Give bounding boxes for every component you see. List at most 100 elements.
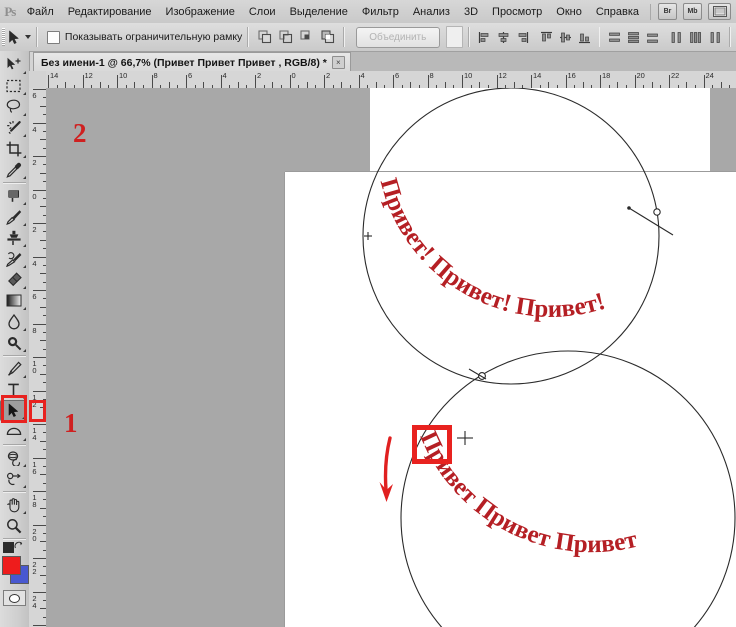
document-tab[interactable]: Без имени-1 @ 66,7% (Привет Привет Приве… <box>33 52 351 72</box>
ruler-major-tick <box>255 75 256 88</box>
crop-tool[interactable] <box>0 138 27 159</box>
eraser-tool[interactable] <box>0 269 27 290</box>
swap-colors-icon[interactable] <box>14 541 24 551</box>
ruler-label: 14 <box>30 426 39 440</box>
quick-mask-button[interactable] <box>3 590 26 606</box>
divider <box>3 491 26 492</box>
distribute-horizontal-centers-button[interactable] <box>687 29 704 46</box>
rectangular-marquee-tool[interactable] <box>0 75 27 96</box>
pen-tool[interactable] <box>0 358 27 379</box>
lasso-tool[interactable] <box>0 96 27 117</box>
menu-view[interactable]: Просмотр <box>485 3 549 21</box>
menu-image[interactable]: Изображение <box>159 3 242 21</box>
show-bounding-box-checkbox[interactable] <box>46 30 60 44</box>
intersect-shape-areas-button[interactable] <box>297 28 316 47</box>
distribute-bottom-edges-button[interactable] <box>644 29 661 46</box>
history-brush-tool[interactable] <box>0 248 27 269</box>
color-swatches <box>0 556 29 586</box>
path-selection-tool[interactable] <box>0 400 27 421</box>
ruler-label: 6 <box>395 71 400 80</box>
spot-healing-brush-tool[interactable] <box>0 185 27 206</box>
dodge-tool[interactable] <box>0 332 27 353</box>
menu-filter[interactable]: Фильтр <box>355 3 406 21</box>
options-bar-grip[interactable] <box>0 23 7 51</box>
align-right-edges-button[interactable] <box>514 29 531 46</box>
show-bounding-box-label: Показывать ограничительную рамку <box>64 31 243 43</box>
ruler-label: 24 <box>705 71 714 80</box>
subtract-from-shape-area-button[interactable] <box>276 28 295 47</box>
menu-file[interactable]: Файл <box>20 3 61 21</box>
ruler-major-tick <box>33 524 46 526</box>
vertical-ruler[interactable]: 64202468101214161820222426 <box>29 88 47 627</box>
brush-tool[interactable] <box>0 206 27 227</box>
menu-edit[interactable]: Редактирование <box>61 3 159 21</box>
ruler-major-tick <box>634 75 636 88</box>
menu-layers[interactable]: Слои <box>242 3 283 21</box>
align-vertical-centers-icon <box>559 32 571 42</box>
menu-window[interactable]: Окно <box>549 3 589 21</box>
3d-camera-rotate-icon <box>6 472 21 485</box>
magic-wand-tool[interactable] <box>0 117 27 138</box>
blur-tool[interactable] <box>0 311 27 332</box>
photoshop-window: Ps Файл Редактирование Изображение Слои … <box>0 0 736 627</box>
gradient-tool[interactable] <box>0 290 27 311</box>
horizontal-ruler[interactable]: 141210864202468101214161820222426 <box>46 71 736 89</box>
show-bounding-box-option[interactable]: Показывать ограничительную рамку <box>43 30 243 44</box>
3d-object-rotate-tool[interactable] <box>0 447 27 468</box>
current-tool-thumbnail[interactable] <box>7 26 23 48</box>
path-anchor-point[interactable] <box>653 208 661 216</box>
menu-help[interactable]: Справка <box>589 3 646 21</box>
mini-bridge-button[interactable]: Mb <box>683 3 702 20</box>
divider <box>3 182 26 183</box>
eyedropper-tool[interactable] <box>0 159 27 180</box>
distribute-vertical-centers-button[interactable] <box>625 29 642 46</box>
ruler-label: 2 <box>326 71 331 80</box>
menu-3d[interactable]: 3D <box>457 3 485 21</box>
default-colors-icon[interactable] <box>3 542 14 553</box>
curved-text-top[interactable]: Привет! Привет! Привет! <box>375 175 609 323</box>
ruler-major-tick <box>289 75 291 88</box>
align-bottom-edges-button[interactable] <box>576 29 593 46</box>
type-T-icon <box>8 383 19 396</box>
ruler-major-tick <box>48 75 49 88</box>
foreground-color-swatch[interactable] <box>2 556 21 575</box>
divider <box>3 444 26 445</box>
move-tool[interactable] <box>0 54 27 75</box>
distribute-left-edges-button[interactable] <box>668 29 685 46</box>
add-to-shape-area-button[interactable] <box>255 28 274 47</box>
align-top-edges-button[interactable] <box>538 29 555 46</box>
view-extras-button[interactable] <box>708 3 731 20</box>
ruler-label: 16 <box>567 71 576 80</box>
menu-analysis[interactable]: Анализ <box>406 3 457 21</box>
launch-bridge-button[interactable]: Br <box>658 3 677 20</box>
divider <box>36 27 38 47</box>
ruler-label: 22 <box>30 560 39 574</box>
combine-button[interactable]: Объединить <box>355 26 440 48</box>
ruler-label: 4 <box>222 71 227 80</box>
rectangle-shape-tool[interactable] <box>0 421 27 442</box>
photoshop-logo: Ps <box>4 3 16 19</box>
ruler-label: 18 <box>30 493 39 507</box>
align-vertical-centers-button[interactable] <box>557 29 574 46</box>
canvas-work-area[interactable]: Привет! Привет! Привет! Привет Привет Пр… <box>46 88 736 627</box>
align-horizontal-centers-button[interactable] <box>495 29 512 46</box>
exclude-overlapping-areas-button[interactable] <box>318 28 337 47</box>
horizontal-type-tool[interactable] <box>0 379 27 400</box>
shape-icon <box>6 427 21 436</box>
path-operations-group <box>254 28 338 47</box>
distribute-top-edges-button[interactable] <box>606 29 623 46</box>
ruler-major-tick <box>324 75 325 88</box>
tool-preset-chevron-down-icon[interactable] <box>25 35 32 39</box>
text-end-handle[interactable] <box>628 207 674 236</box>
align-left-edges-button[interactable] <box>476 29 493 46</box>
ruler-major-tick <box>117 75 118 88</box>
menu-select[interactable]: Выделение <box>283 3 355 21</box>
hand-tool[interactable] <box>0 494 27 515</box>
distribute-right-edges-button[interactable] <box>706 29 723 46</box>
clone-stamp-tool[interactable] <box>0 227 27 248</box>
close-icon[interactable]: × <box>331 56 345 69</box>
gradient-icon <box>6 294 21 307</box>
zoom-tool[interactable] <box>0 515 27 536</box>
3d-camera-rotate-tool[interactable] <box>0 468 27 489</box>
ruler-corner[interactable] <box>29 71 47 89</box>
